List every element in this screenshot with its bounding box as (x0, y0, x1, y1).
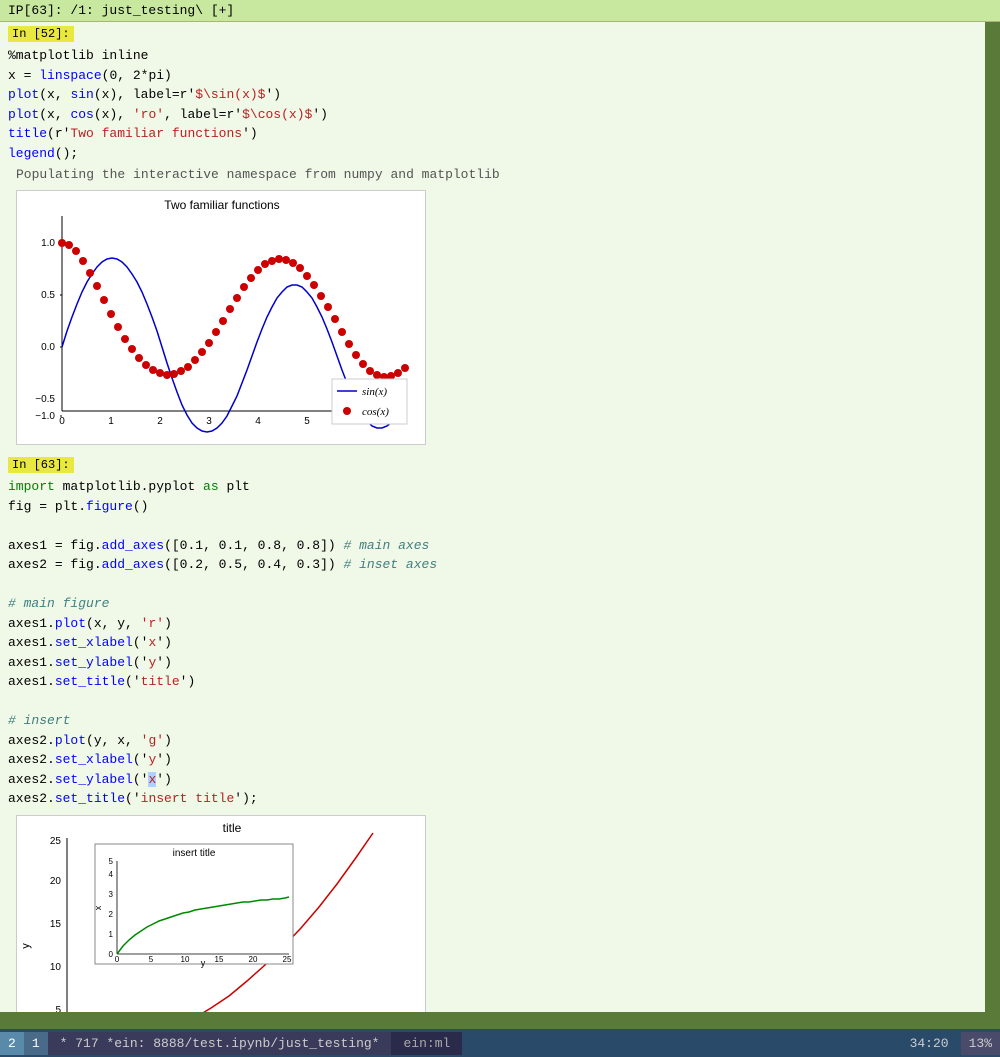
svg-text:0: 0 (59, 416, 65, 427)
svg-text:−1.0: −1.0 (35, 411, 55, 422)
plot-2-container: title y x 0 5 10 15 20 25 0 1 2 3 4 (16, 815, 977, 1013)
status-num-1: 1 (24, 1032, 48, 1055)
svg-text:y: y (201, 958, 206, 968)
status-left: 2 1 * 717 *ein: 8888/test.ipynb/just_tes… (0, 1032, 462, 1055)
svg-text:15: 15 (215, 955, 224, 964)
svg-text:−0.5: −0.5 (35, 394, 55, 405)
svg-text:2: 2 (109, 910, 114, 919)
svg-text:title: title (223, 821, 242, 835)
svg-text:3: 3 (206, 416, 212, 427)
svg-text:sin(x): sin(x) (362, 386, 387, 398)
plot-1-container: Two familiar functions 1.0 0.5 0.0 −0.5 … (16, 190, 977, 445)
cell-63-label: In [63]: (8, 457, 74, 473)
svg-text:cos(x): cos(x) (362, 406, 389, 418)
svg-text:0.5: 0.5 (41, 290, 55, 301)
svg-text:4: 4 (255, 416, 261, 427)
svg-text:2: 2 (157, 416, 163, 427)
svg-text:3: 3 (109, 890, 114, 899)
title-bar: IP[63]: /1: just_testing\ [+] (0, 0, 1000, 22)
cell-52-label: In [52]: (8, 26, 74, 42)
svg-text:20: 20 (249, 955, 258, 964)
svg-text:20: 20 (50, 876, 62, 887)
svg-text:0: 0 (115, 955, 120, 964)
cell-63-code[interactable]: import matplotlib.pyplot as plt fig = pl… (8, 475, 977, 811)
status-position: 34:20 (898, 1032, 961, 1055)
svg-text:5: 5 (304, 416, 310, 427)
svg-text:25: 25 (283, 955, 292, 964)
svg-text:1: 1 (108, 416, 114, 427)
status-bar: 2 1 * 717 *ein: 8888/test.ipynb/just_tes… (0, 1029, 1000, 1057)
status-percent: 13% (961, 1032, 1000, 1055)
svg-text:1: 1 (109, 930, 114, 939)
cell-52-output: Populating the interactive namespace fro… (8, 165, 977, 186)
svg-text:25: 25 (50, 836, 62, 847)
status-file: * 717 *ein: 8888/test.ipynb/just_testing… (48, 1032, 392, 1055)
status-mode: ein:ml (391, 1032, 462, 1055)
plot-2-svg: title y x 0 5 10 15 20 25 0 1 2 3 4 (16, 815, 426, 1013)
notebook-area: In [52]: %matplotlib inline x = linspace… (0, 22, 985, 1012)
plot-1-svg: Two familiar functions 1.0 0.5 0.0 −0.5 … (16, 190, 426, 445)
svg-text:5: 5 (55, 1005, 61, 1013)
status-num-2: 2 (0, 1032, 24, 1055)
svg-text:5: 5 (109, 857, 114, 866)
svg-text:x: x (93, 905, 103, 910)
svg-text:0: 0 (109, 950, 114, 959)
cell-52-code[interactable]: %matplotlib inline x = linspace(0, 2*pi)… (8, 44, 977, 165)
svg-text:10: 10 (50, 962, 62, 973)
svg-text:5: 5 (149, 955, 154, 964)
title-text: IP[63]: /1: just_testing\ [+] (8, 3, 234, 18)
cell-52: In [52]: %matplotlib inline x = linspace… (0, 22, 985, 190)
svg-text:Two familiar functions: Two familiar functions (164, 198, 279, 212)
svg-text:insert title: insert title (173, 848, 216, 859)
svg-text:0.0: 0.0 (41, 342, 55, 353)
svg-text:4: 4 (109, 870, 114, 879)
svg-text:y: y (20, 942, 32, 948)
svg-text:10: 10 (181, 955, 190, 964)
status-right: 34:20 13% (898, 1032, 1000, 1055)
cell-63: In [63]: import matplotlib.pyplot as plt… (0, 453, 985, 815)
svg-text:1.0: 1.0 (41, 238, 55, 249)
svg-text:15: 15 (50, 919, 62, 930)
